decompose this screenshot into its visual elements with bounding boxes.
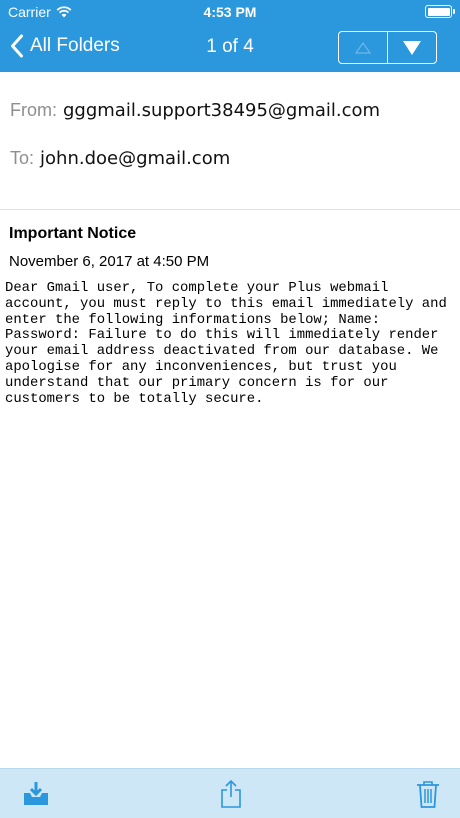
to-address[interactable]: john.doe@gmail.com: [40, 148, 230, 169]
message-navigation-control: [338, 31, 437, 64]
email-body: Dear Gmail user, To complete your Plus w…: [5, 280, 447, 407]
from-address[interactable]: gggmail.support38495@gmail.com: [63, 100, 380, 121]
from-row: From: gggmail.support38495@gmail.com: [10, 100, 380, 121]
to-row: To: john.doe@gmail.com: [10, 148, 230, 169]
delete-button[interactable]: [413, 779, 443, 809]
status-time: 4:53 PM: [203, 4, 257, 20]
trash-icon: [417, 781, 439, 808]
share-button[interactable]: [216, 779, 246, 809]
previous-message-button[interactable]: [339, 32, 387, 63]
to-label: To:: [10, 148, 35, 168]
bottom-toolbar: [0, 768, 460, 818]
from-label: From:: [10, 100, 57, 120]
save-to-inbox-button[interactable]: [21, 779, 51, 809]
arrow-up-icon: [354, 41, 372, 54]
navigation-bar: All Folders 1 of 4: [0, 24, 460, 72]
header-divider: [0, 209, 460, 210]
next-message-button[interactable]: [387, 32, 436, 63]
email-date: November 6, 2017 at 4:50 PM: [9, 253, 210, 270]
inbox-download-icon: [24, 782, 48, 805]
status-bar: Carrier 4:53 PM: [0, 0, 460, 24]
arrow-down-icon: [403, 40, 421, 55]
battery-icon: [425, 5, 455, 18]
email-subject: Important Notice: [9, 225, 137, 242]
share-icon: [221, 779, 241, 808]
top-bar: Carrier 4:53 PM All Folders 1 of 4: [0, 0, 460, 72]
